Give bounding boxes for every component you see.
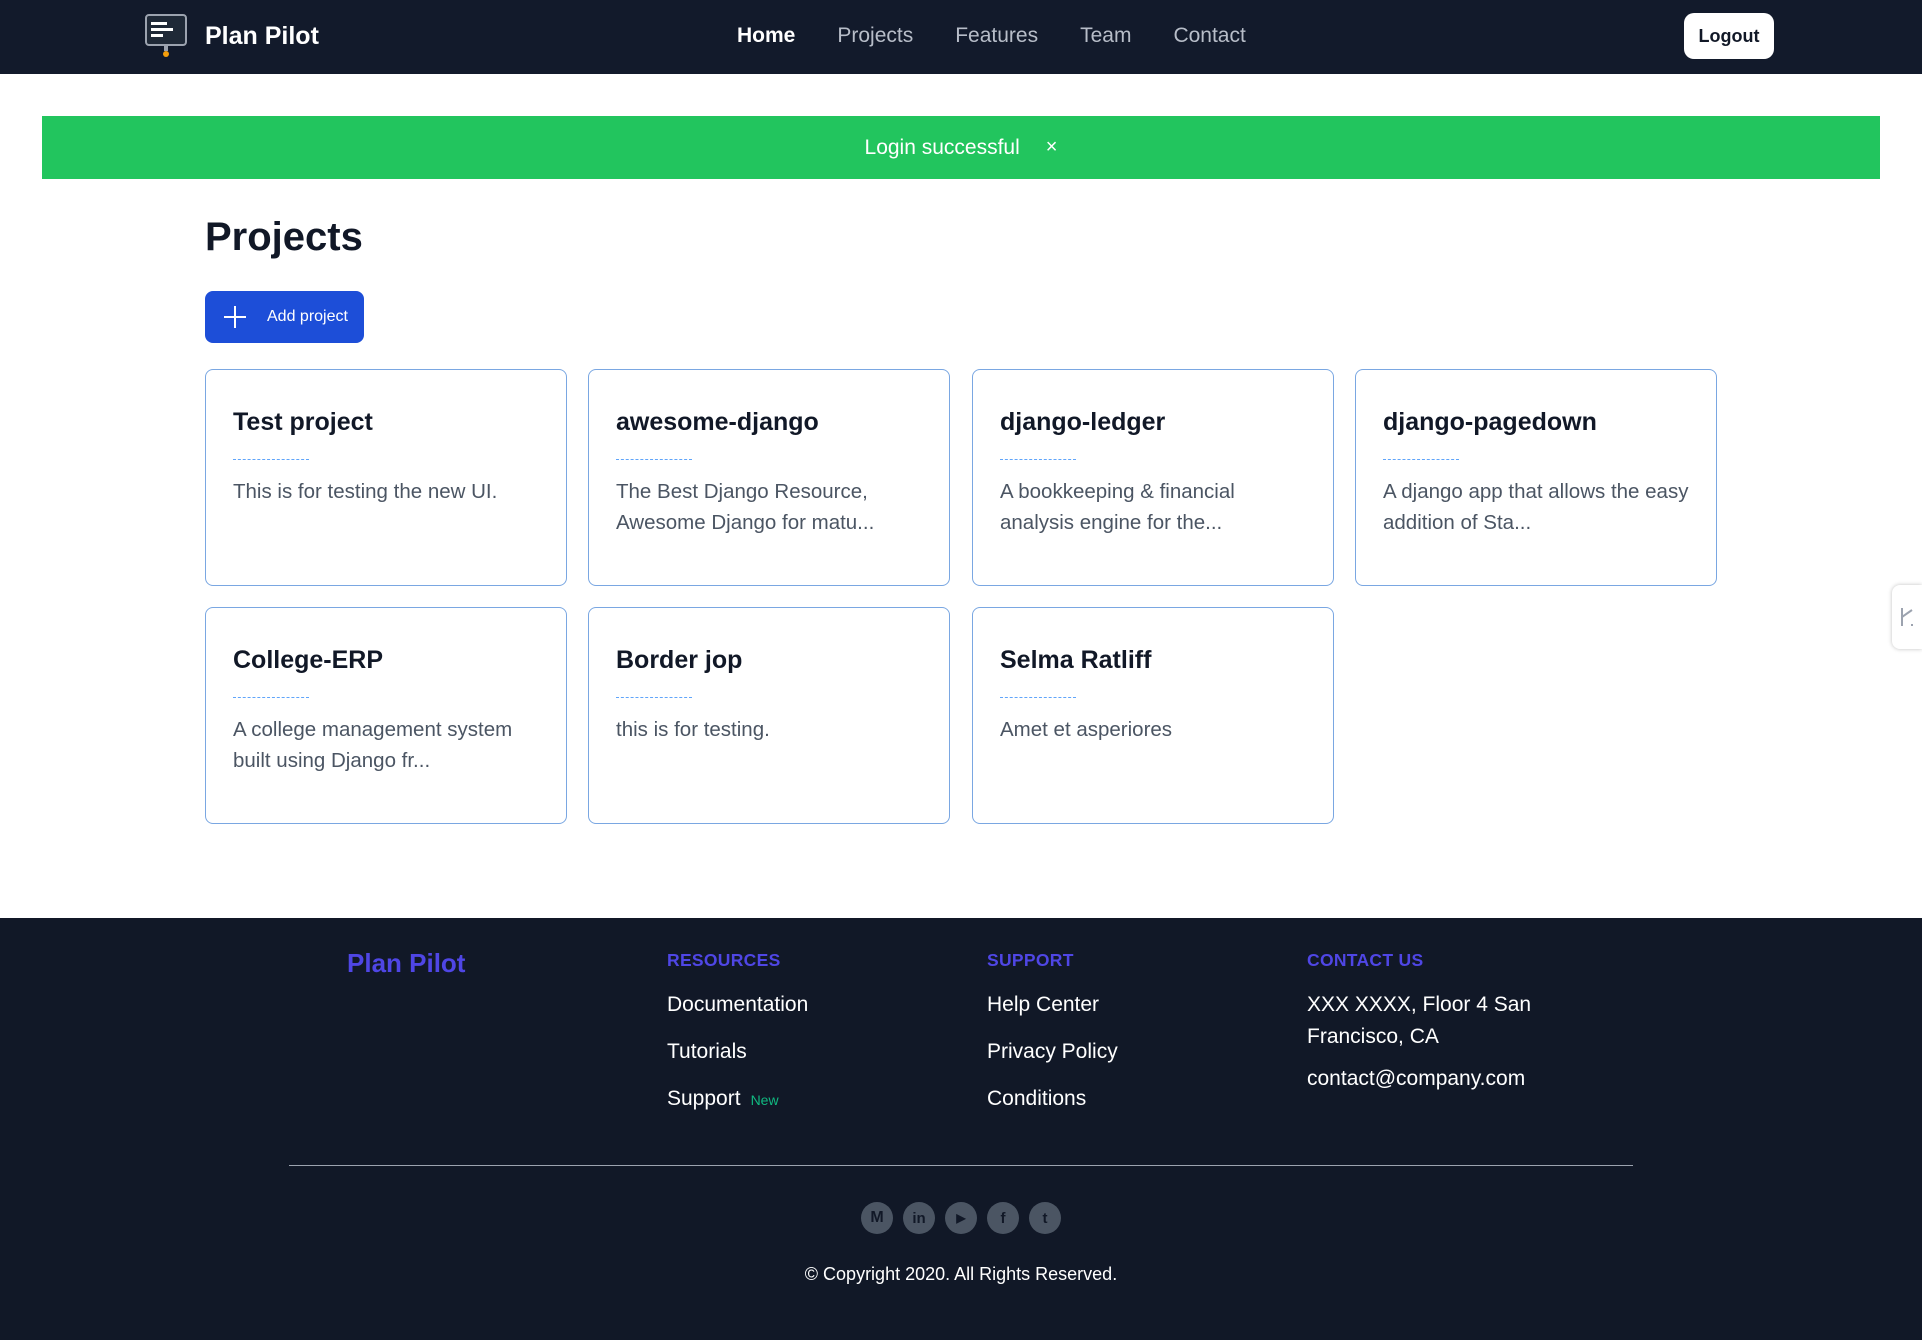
youtube-icon[interactable]: ▶ xyxy=(945,1202,977,1234)
success-alert: Login successful × xyxy=(42,116,1880,179)
add-project-button[interactable]: Add project xyxy=(205,291,364,343)
contact-email[interactable]: contact@company.com xyxy=(1307,1067,1537,1091)
add-project-label: Add project xyxy=(267,308,348,325)
new-badge: New xyxy=(750,1092,779,1108)
social-links: M in ▶ f t xyxy=(861,1202,1071,1234)
card-divider xyxy=(233,459,309,460)
footer-resources: RESOURCES Documentation Tutorials Suppor… xyxy=(667,950,808,1111)
card-divider xyxy=(1383,459,1459,460)
project-card[interactable]: Border jop this is for testing. xyxy=(588,607,950,824)
footer-link-support-label: Support xyxy=(667,1087,741,1110)
footer-support-heading: SUPPORT xyxy=(987,950,1074,970)
footer-link-privacy-policy[interactable]: Privacy Policy xyxy=(987,1040,1118,1064)
contact-address: XXX XXXX, Floor 4 San Francisco, CA xyxy=(1307,993,1532,1048)
project-description: A college management system built using … xyxy=(233,718,513,772)
footer-contact-heading: CONTACT US xyxy=(1307,950,1424,970)
facebook-icon[interactable]: f xyxy=(987,1202,1019,1234)
footer-link-support[interactable]: Support New xyxy=(667,1087,808,1111)
card-divider xyxy=(616,459,692,460)
footer-brand[interactable]: Plan Pilot xyxy=(347,948,465,979)
grip-icon xyxy=(1901,608,1913,626)
project-title: django-pagedown xyxy=(1383,408,1597,436)
footer-link-tutorials[interactable]: Tutorials xyxy=(667,1040,808,1064)
alert-message: Login successful xyxy=(864,135,1020,159)
brand-name: Plan Pilot xyxy=(205,21,319,50)
footer-link-conditions[interactable]: Conditions xyxy=(987,1087,1118,1111)
card-divider xyxy=(1000,459,1076,460)
footer-contact: CONTACT US XXX XXXX, Floor 4 San Francis… xyxy=(1307,950,1537,1091)
footer-support: SUPPORT Help Center Privacy Policy Condi… xyxy=(987,950,1118,1111)
project-card[interactable]: awesome-django The Best Django Resource,… xyxy=(588,369,950,586)
project-title: Test project xyxy=(233,408,373,436)
project-title: django-ledger xyxy=(1000,408,1166,436)
nav-home[interactable]: Home xyxy=(737,24,795,48)
project-card[interactable]: django-ledger A bookkeeping & financial … xyxy=(972,369,1334,586)
footer-resources-heading: RESOURCES xyxy=(667,950,781,970)
project-description: A django app that allows the easy additi… xyxy=(1383,480,1689,534)
plus-icon xyxy=(223,305,247,329)
project-title: Border jop xyxy=(616,646,743,674)
project-description: The Best Django Resource, Awesome Django… xyxy=(616,480,875,534)
project-card[interactable]: Selma Ratliff Amet et asperiores xyxy=(972,607,1334,824)
copyright: © Copyright 2020. All Rights Reserved. xyxy=(804,1264,1118,1284)
nav-team[interactable]: Team xyxy=(1080,24,1131,48)
nav-features[interactable]: Features xyxy=(955,24,1038,48)
linkedin-icon[interactable]: in xyxy=(903,1202,935,1234)
card-divider xyxy=(616,697,692,698)
twitter-icon[interactable]: t xyxy=(1029,1202,1061,1234)
project-title: College-ERP xyxy=(233,646,384,674)
presentation-board-logo-icon xyxy=(145,14,187,58)
card-divider xyxy=(233,697,309,698)
card-divider xyxy=(1000,697,1076,698)
page-title: Projects xyxy=(205,215,363,259)
project-description: A bookkeeping & financial analysis engin… xyxy=(1000,480,1235,534)
project-description: Amet et asperiores xyxy=(1000,718,1173,741)
project-title: awesome-django xyxy=(616,408,819,436)
project-card[interactable]: Test project This is for testing the new… xyxy=(205,369,567,586)
top-navbar: Plan Pilot Home Projects Features Team C… xyxy=(0,0,1922,74)
project-card[interactable]: College-ERP A college management system … xyxy=(205,607,567,824)
footer-divider xyxy=(289,1165,1633,1166)
project-description: this is for testing. xyxy=(616,718,770,741)
logout-button[interactable]: Logout xyxy=(1684,13,1774,59)
nav-contact[interactable]: Contact xyxy=(1173,24,1245,48)
project-title: Selma Ratliff xyxy=(1000,646,1152,674)
close-icon[interactable]: × xyxy=(1046,136,1058,159)
side-panel-handle[interactable] xyxy=(1892,585,1922,649)
project-card[interactable]: django-pagedown A django app that allows… xyxy=(1355,369,1717,586)
footer-link-documentation[interactable]: Documentation xyxy=(667,993,808,1017)
brand[interactable]: Plan Pilot xyxy=(145,14,319,58)
nav-projects[interactable]: Projects xyxy=(837,24,913,48)
main-nav: Home Projects Features Team Contact xyxy=(737,24,1288,48)
footer-link-help-center[interactable]: Help Center xyxy=(987,993,1118,1017)
medium-icon[interactable]: M xyxy=(861,1202,893,1234)
project-description: This is for testing the new UI. xyxy=(233,480,498,503)
